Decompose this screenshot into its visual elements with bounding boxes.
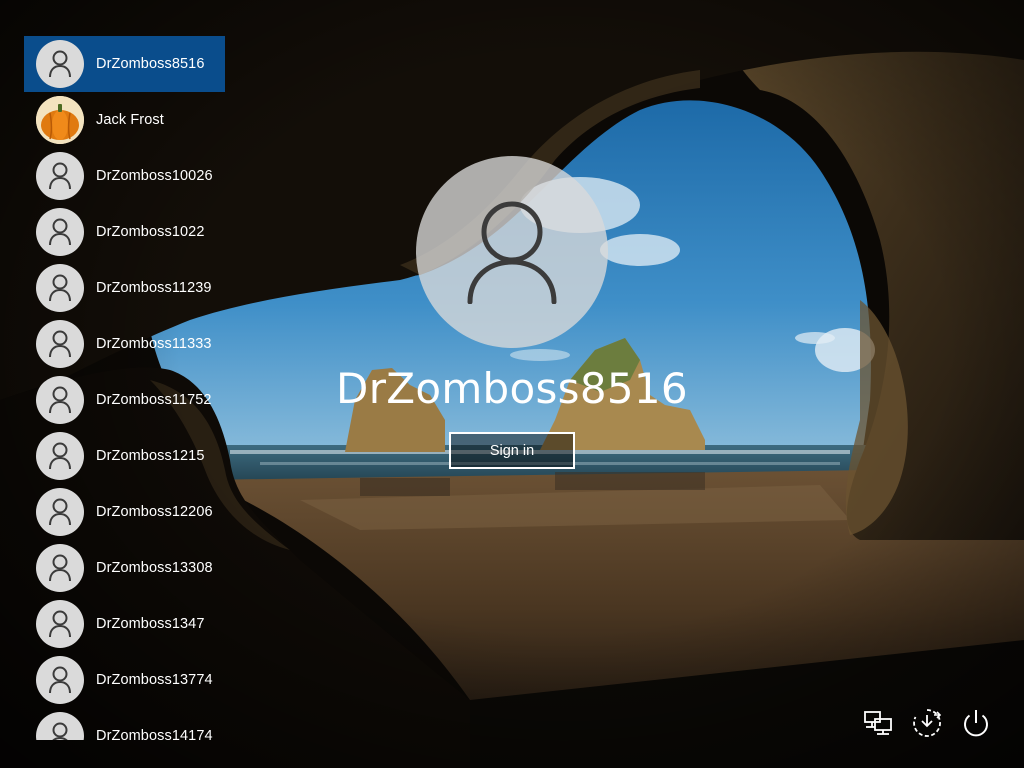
sign-in-button[interactable]: Sign in: [449, 432, 575, 469]
power-icon[interactable]: [959, 706, 993, 740]
user-list-item[interactable]: DrZomboss11239: [24, 260, 225, 316]
accessibility-icon[interactable]: [910, 706, 944, 740]
network-icon[interactable]: [862, 706, 896, 740]
user-list-item[interactable]: DrZomboss11333: [24, 316, 225, 372]
person-icon: [36, 600, 84, 648]
user-list-item[interactable]: DrZomboss10026: [24, 148, 225, 204]
person-icon: [36, 432, 84, 480]
person-icon: [36, 320, 84, 368]
selected-username: DrZomboss8516: [336, 364, 688, 413]
person-icon: [36, 656, 84, 704]
user-list-item[interactable]: Jack Frost: [24, 92, 225, 148]
user-list-item[interactable]: DrZomboss8516: [24, 36, 225, 92]
user-name-label: DrZomboss1022: [96, 224, 205, 240]
user-name-label: DrZomboss11752: [96, 392, 212, 408]
user-list-item[interactable]: DrZomboss1347: [24, 596, 225, 652]
user-name-label: DrZomboss1347: [96, 616, 205, 632]
person-icon: [36, 208, 84, 256]
user-list-item[interactable]: DrZomboss11752: [24, 372, 225, 428]
user-name-label: DrZomboss10026: [96, 168, 213, 184]
person-icon: [36, 152, 84, 200]
user-name-label: DrZomboss11239: [96, 280, 212, 296]
person-icon: [467, 201, 557, 304]
person-icon: [36, 40, 84, 88]
user-name-label: DrZomboss12206: [96, 504, 213, 520]
user-name-label: Jack Frost: [96, 112, 164, 128]
user-name-label: DrZomboss8516: [96, 56, 205, 72]
user-name-label: DrZomboss1215: [96, 448, 205, 464]
user-list-item[interactable]: DrZomboss14174: [24, 708, 225, 740]
person-icon: [36, 712, 84, 740]
person-icon: [36, 488, 84, 536]
person-icon: [36, 544, 84, 592]
user-name-label: DrZomboss11333: [96, 336, 212, 352]
user-account-list: DrZomboss8516 Jack Frost DrZomboss10026 DrZ…: [24, 36, 225, 740]
user-list-item[interactable]: DrZomboss1215: [24, 428, 225, 484]
user-list-item[interactable]: DrZomboss13774: [24, 652, 225, 708]
user-name-label: DrZomboss13308: [96, 560, 213, 576]
pumpkin-avatar: [36, 96, 84, 144]
user-list-item[interactable]: DrZomboss12206: [24, 484, 225, 540]
person-icon: [36, 264, 84, 312]
person-icon: [36, 376, 84, 424]
user-list-item[interactable]: DrZomboss1022: [24, 204, 225, 260]
user-name-label: DrZomboss14174: [96, 728, 213, 740]
user-name-label: DrZomboss13774: [96, 672, 213, 688]
user-list-item[interactable]: DrZomboss13308: [24, 540, 225, 596]
selected-user-avatar: [416, 156, 608, 348]
